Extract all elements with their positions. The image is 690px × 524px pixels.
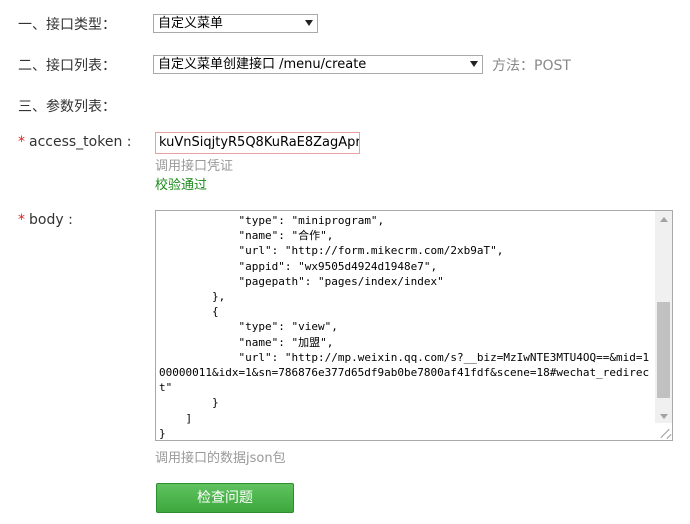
interface-list-value: 自定义菜单创建接口 /menu/create <box>158 57 367 72</box>
resize-handle-icon[interactable] <box>655 423 672 440</box>
access-token-input[interactable]: kuVnSiqjtyR5Q8KuRaE8ZagAprZU <box>155 132 360 154</box>
params-list-label: 三、参数列表： <box>18 99 116 115</box>
body-label-text: body : <box>29 212 73 228</box>
access-token-label-text: access_token : <box>29 134 132 150</box>
body-hint: 调用接口的数据json包 <box>155 451 286 466</box>
required-mark: * <box>18 212 25 228</box>
body-json-content[interactable]: "type": "miniprogram", "name": "合作", "ur… <box>159 213 652 440</box>
access-token-hint: 调用接口凭证 <box>155 159 234 174</box>
dropdown-arrow-icon <box>305 20 313 26</box>
scroll-up-arrow-icon[interactable] <box>655 211 672 228</box>
dropdown-arrow-icon <box>470 61 478 67</box>
check-problem-button[interactable]: 检查问题 <box>156 483 294 513</box>
interface-list-label: 二、接口列表： <box>18 58 116 74</box>
body-label: * body : <box>18 212 73 228</box>
textarea-scrollbar[interactable] <box>655 211 672 425</box>
scroll-thumb[interactable] <box>657 302 670 398</box>
interface-type-label: 一、接口类型： <box>18 17 116 33</box>
interface-list-select[interactable]: 自定义菜单创建接口 /menu/create <box>153 55 483 74</box>
required-mark: * <box>18 134 25 150</box>
validation-status: 校验通过 <box>155 178 208 193</box>
body-json-textarea[interactable]: "type": "miniprogram", "name": "合作", "ur… <box>155 210 673 441</box>
http-method-label: 方法：POST <box>492 58 571 74</box>
access-token-label: * access_token : <box>18 134 132 150</box>
interface-type-value: 自定义菜单 <box>158 16 224 31</box>
interface-type-select[interactable]: 自定义菜单 <box>153 14 318 33</box>
